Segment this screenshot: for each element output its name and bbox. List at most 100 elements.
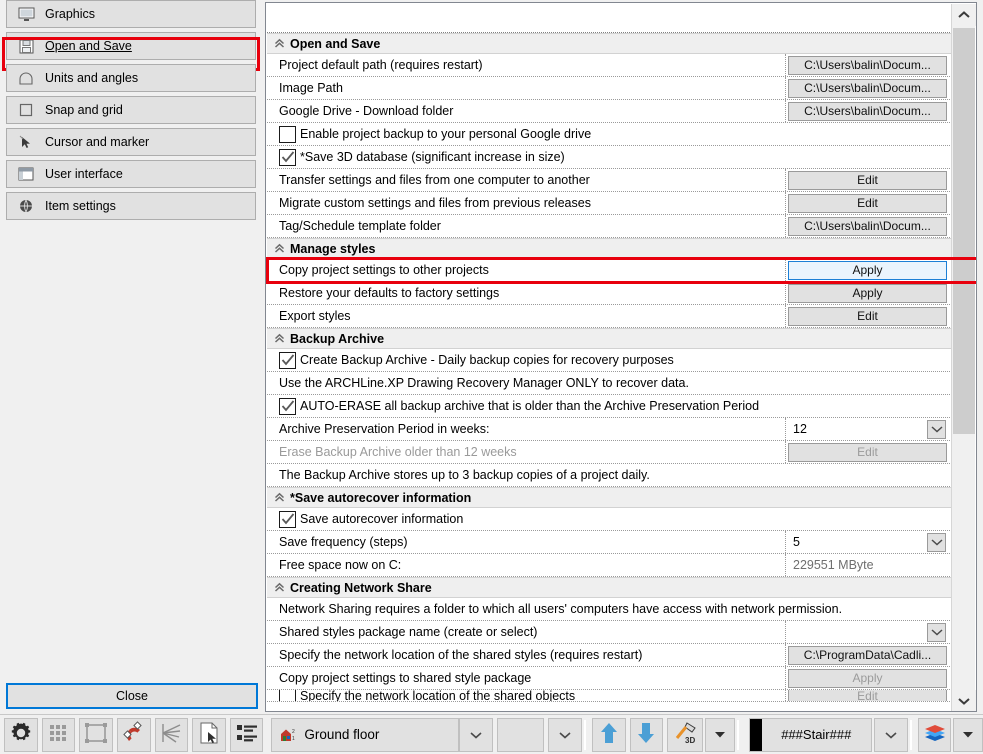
row-action-button[interactable]: C:\Users\balin\Docum... [788,79,947,98]
row-label: Save frequency (steps) [267,531,786,553]
settings-row: AUTO-ERASE all backup archive that is ol… [267,395,952,418]
toolbar-extra-dropdown[interactable] [548,718,582,752]
grid-dots-button[interactable] [42,718,76,752]
layers-button[interactable] [918,718,952,752]
stair-dropdown-arrow[interactable] [874,718,908,752]
chevron-down-icon [559,731,571,739]
sidebar-item-snap-and-grid[interactable]: Snap and grid [6,96,256,124]
sidebar-item-label: Snap and grid [45,103,123,117]
row-action-button[interactable]: C:\Users\balin\Docum... [788,102,947,121]
row-combobox[interactable] [788,622,947,643]
scroll-up-button[interactable] [952,4,976,26]
chevron-down-icon[interactable] [927,533,946,552]
list-properties-button[interactable] [230,718,264,752]
checkbox-row[interactable]: AUTO-ERASE all backup archive that is ol… [267,395,952,417]
close-button[interactable]: Close [6,683,258,709]
sidebar-item-units-and-angles[interactable]: Units and angles [6,64,256,92]
sidebar-item-label: Open and Save [45,39,132,53]
settings-row: Project default path (requires restart)C… [267,54,952,77]
magnet-snap-button[interactable] [117,718,151,752]
chevron-down-icon[interactable] [927,623,946,642]
checkbox-row[interactable]: *Save 3D database (significant increase … [267,146,952,168]
checkbox[interactable] [279,398,296,415]
row-label-text: Specify the network location of the shar… [279,648,642,662]
edit-button[interactable]: Edit [788,690,947,702]
row-action-button[interactable]: C:\Users\balin\Docum... [788,56,947,75]
move-down-button[interactable] [630,718,664,752]
settings-row: Save frequency (steps)5 [267,531,952,554]
monitor-icon [15,4,37,24]
selection-frame-button[interactable] [79,718,113,752]
scrollbar-thumb[interactable] [953,28,975,434]
row-label: Tag/Schedule template folder [267,215,786,237]
row-combobox[interactable]: 12 [788,419,947,440]
readonly-value: 229551 MByte [786,558,874,572]
build-3d-button[interactable]: 3D [667,718,703,752]
section-header[interactable]: Manage styles [267,238,952,259]
sidebar-item-user-interface[interactable]: User interface [6,160,256,188]
stair-selector[interactable]: ###Stair### [749,718,873,752]
row-action-button[interactable]: Apply [788,669,947,688]
row-action-button[interactable]: Apply [788,261,947,280]
scroll-down-button[interactable] [952,690,976,712]
row-label: Image Path [267,77,786,99]
section-header[interactable]: Backup Archive [267,328,952,349]
checkbox-row[interactable]: Enable project backup to your personal G… [267,123,952,145]
sidebar-item-cursor-and-marker[interactable]: Cursor and marker [6,128,256,156]
layers-dropdown[interactable] [953,718,983,752]
gear-icon [9,721,33,748]
checkbox[interactable] [279,690,296,701]
pick-element-button[interactable] [192,718,226,752]
row-value: C:\Users\balin\Docum... [786,54,952,76]
section-title: Backup Archive [290,332,384,346]
arrow-down-icon [637,721,655,748]
list-icon [236,723,258,746]
row-combobox[interactable]: 5 [788,532,947,553]
toolbar-separator [584,720,586,750]
settings-gear-button[interactable] [4,718,38,752]
floor-label: Ground floor [304,727,379,742]
row-label: Transfer settings and files from one com… [267,169,786,191]
settings-row: Tag/Schedule template folderC:\Users\bal… [267,215,952,238]
info-text: The Backup Archive stores up to 3 backup… [267,464,952,486]
sidebar-item-open-and-save[interactable]: Open and Save [6,32,256,60]
row-action-button[interactable]: C:\ProgramData\Cadli... [788,646,947,665]
section-header[interactable]: Creating Network Share [267,577,952,598]
checkbox-row[interactable]: Save autorecover information [267,508,952,530]
checkbox[interactable] [279,149,296,166]
row-label: Erase Backup Archive older than 12 weeks [267,441,786,463]
section-header[interactable]: *Save autorecover information [267,487,952,508]
checkbox-row[interactable]: Specify the network location of the shar… [267,690,786,701]
build-3d-dropdown[interactable] [705,718,735,752]
sidebar-item-item-settings[interactable]: Item settings [6,192,256,220]
chevron-down-icon[interactable] [927,420,946,439]
arrow-up-icon [600,721,618,748]
sidebar-item-label: Units and angles [45,71,138,85]
close-button-label: Close [116,689,148,703]
row-action-button[interactable]: Edit [788,194,947,213]
settings-row: Specify the network location of the shar… [267,690,952,702]
checkbox[interactable] [279,352,296,369]
row-action-button[interactable]: Apply [788,284,947,303]
row-action-button[interactable]: Edit [788,307,947,326]
row-action-button[interactable]: Edit [788,171,947,190]
floor-selector[interactable]: 21 Ground floor [271,718,459,752]
triangle-down-icon [715,731,725,738]
sidebar-item-graphics[interactable]: Graphics [6,0,256,28]
angle-snap-button[interactable] [155,718,189,752]
settings-row: *Save 3D database (significant increase … [267,146,952,169]
section-header[interactable]: Open and Save [267,33,952,54]
row-action-button[interactable]: C:\Users\balin\Docum... [788,217,947,236]
floor-dropdown-arrow[interactable] [459,718,493,752]
panel-scrollbar[interactable] [951,4,975,712]
checkbox-row[interactable]: Create Backup Archive - Daily backup cop… [267,349,952,371]
move-up-button[interactable] [592,718,626,752]
checkbox[interactable] [279,126,296,143]
row-label: Free space now on C: [267,554,786,576]
chevron-collapse-icon [272,582,286,593]
row-value: Edit [786,305,952,327]
combobox-value: 12 [788,422,927,436]
checkbox[interactable] [279,511,296,528]
sidebar-item-label: Cursor and marker [45,135,149,149]
row-action-button[interactable]: Edit [788,443,947,462]
